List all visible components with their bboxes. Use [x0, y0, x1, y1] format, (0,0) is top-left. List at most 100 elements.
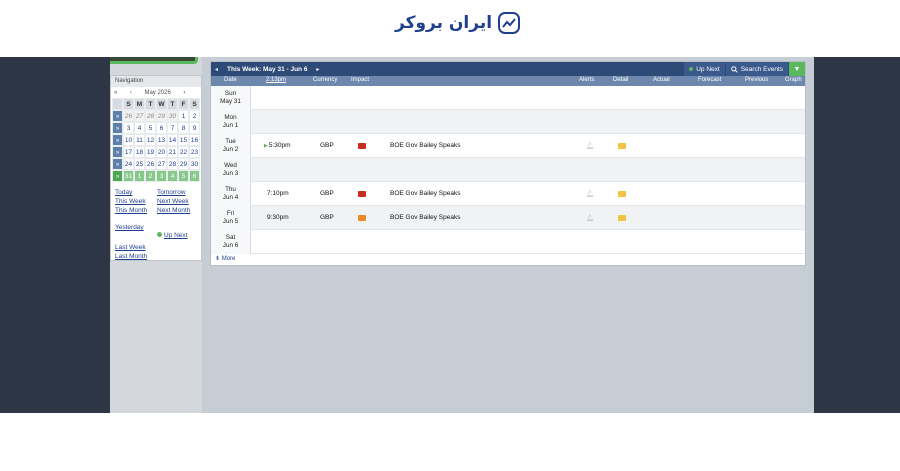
calendar-day[interactable]: 26: [123, 110, 134, 122]
week-select-button[interactable]: »: [112, 122, 123, 134]
calendar-day[interactable]: 29: [178, 158, 189, 170]
calendar-day[interactable]: 23: [189, 146, 200, 158]
link-next-month[interactable]: Next Month: [157, 207, 203, 214]
week-select-button[interactable]: »: [112, 110, 123, 122]
event-row[interactable]: Fri Jun 5 9:30pm GBP BOE Gov Bailey Speak…: [211, 206, 805, 230]
calendar-day[interactable]: 2: [145, 170, 156, 182]
calendar-day[interactable]: 22: [178, 146, 189, 158]
day-cell: Wed Jun 3: [211, 158, 251, 182]
link-last-month[interactable]: Last Month: [115, 253, 157, 260]
calendar-day[interactable]: 27: [156, 158, 167, 170]
calendar-day[interactable]: 29: [156, 110, 167, 122]
calendar-day[interactable]: 3: [156, 170, 167, 182]
link-this-month[interactable]: This Month: [115, 207, 157, 214]
calendar-day[interactable]: 12: [145, 134, 156, 146]
link-next-week[interactable]: Next Week: [157, 198, 203, 205]
calendar-day[interactable]: 19: [145, 146, 156, 158]
col-alerts: Alerts: [579, 77, 595, 83]
search-events-button[interactable]: Search Events: [725, 62, 788, 76]
event-title[interactable]: BOE Gov Bailey Speaks: [390, 214, 460, 221]
alert-bell-icon[interactable]: 🔔︎: [586, 214, 594, 222]
day-row-sun: Sun May 31: [211, 86, 805, 110]
detail-folder-icon[interactable]: [618, 215, 626, 221]
day-row-sat: Sat Jun 6: [211, 230, 805, 254]
column-header-row: Date 2:13pm Currency Impact Alerts Detai…: [211, 76, 805, 86]
filter-funnel-icon[interactable]: ▼: [789, 62, 805, 76]
calendar-day[interactable]: 4: [134, 122, 145, 134]
calendar-day[interactable]: 6: [156, 122, 167, 134]
calendar-day[interactable]: 5: [178, 170, 189, 182]
calendar-day[interactable]: 4: [167, 170, 178, 182]
calendar-day[interactable]: 13: [156, 134, 167, 146]
calendar-day[interactable]: 26: [145, 158, 156, 170]
prev-year-button[interactable]: «: [114, 90, 117, 96]
calendar-day[interactable]: 9: [189, 122, 200, 134]
calendar-day[interactable]: 20: [156, 146, 167, 158]
calendar-day[interactable]: 28: [145, 110, 156, 122]
detail-folder-icon[interactable]: [618, 191, 626, 197]
calendar-day[interactable]: 27: [134, 110, 145, 122]
week-select-button[interactable]: »: [112, 134, 123, 146]
calendar-day[interactable]: 21: [167, 146, 178, 158]
alert-bell-icon[interactable]: 🔔︎: [586, 142, 594, 150]
col-time[interactable]: 2:13pm: [266, 77, 286, 83]
calendar-day[interactable]: 30: [167, 110, 178, 122]
trend-chart-icon: [498, 12, 521, 34]
prev-week-arrow-icon[interactable]: ◂: [211, 62, 222, 76]
navigation-panel: Navigation « ‹ May 2026 › S M T W T F S» 26 27 28…: [110, 75, 202, 261]
event-currency: GBP: [320, 190, 334, 197]
event-title[interactable]: BOE Gov Bailey Speaks: [390, 190, 460, 197]
week-select-button[interactable]: »: [112, 170, 123, 182]
day-cell: Sun May 31: [211, 86, 251, 110]
calendar-day[interactable]: 18: [134, 146, 145, 158]
link-this-week[interactable]: This Week: [115, 198, 157, 205]
calendar-day[interactable]: 24: [123, 158, 134, 170]
calendar-day[interactable]: 8: [178, 122, 189, 134]
col-date: Date: [224, 77, 237, 83]
detail-folder-icon[interactable]: [618, 143, 626, 149]
calendar-day[interactable]: 2: [189, 110, 200, 122]
page-footer: [0, 413, 900, 471]
link-yesterday[interactable]: Yesterday: [115, 224, 157, 242]
calendar-day[interactable]: 10: [123, 134, 134, 146]
day-cell: Thu Jun 4: [211, 182, 251, 206]
week-select-button[interactable]: »: [112, 158, 123, 170]
calendar-day[interactable]: 1: [134, 170, 145, 182]
calendar-rows: Sun May 31 Mon Jun 1 Tue Jun 2 ▶5:30pm GBP …: [211, 86, 805, 254]
calendar-day[interactable]: 15: [178, 134, 189, 146]
col-impact: Impact: [351, 77, 370, 83]
link-up-next[interactable]: Up Next: [164, 232, 187, 239]
link-tomorrow[interactable]: Tomorrow: [157, 189, 203, 196]
calendar-day[interactable]: 17: [123, 146, 134, 158]
link-today[interactable]: Today: [115, 189, 157, 196]
event-row[interactable]: Tue Jun 2 ▶5:30pm GBP BOE Gov Bailey Spea…: [211, 134, 805, 158]
calendar-day[interactable]: 1: [178, 110, 189, 122]
calendar-day[interactable]: 3: [123, 122, 134, 134]
event-currency: GBP: [320, 214, 334, 221]
brand-logo[interactable]: ایران بروکر: [395, 12, 521, 34]
prev-month-button[interactable]: ‹: [130, 90, 132, 96]
up-next-button[interactable]: Up Next: [684, 62, 725, 76]
day-row-mon: Mon Jun 1: [211, 110, 805, 134]
calendar-day[interactable]: 31: [123, 170, 134, 182]
impact-high-icon: [358, 191, 366, 197]
next-week-arrow-icon[interactable]: ▸: [312, 62, 323, 76]
site-header: ایران بروکر: [0, 0, 900, 57]
calendar-day[interactable]: 11: [134, 134, 145, 146]
calendar-day[interactable]: 28: [167, 158, 178, 170]
calendar-day[interactable]: 6: [189, 170, 200, 182]
link-last-week[interactable]: Last Week: [115, 244, 157, 251]
calendar-day[interactable]: 16: [189, 134, 200, 146]
next-month-button[interactable]: ›: [183, 90, 185, 96]
calendar-day[interactable]: 30: [189, 158, 200, 170]
calendar-day[interactable]: 25: [134, 158, 145, 170]
event-row[interactable]: Thu Jun 4 7:10pm GBP BOE Gov Bailey Speak…: [211, 182, 805, 206]
quick-links: Today Tomorrow This Week Next Week This …: [111, 182, 201, 260]
calendar-day[interactable]: 14: [167, 134, 178, 146]
alert-bell-icon[interactable]: 🔔︎: [586, 190, 594, 198]
more-link[interactable]: ⇟ More: [215, 255, 235, 262]
calendar-day[interactable]: 7: [167, 122, 178, 134]
event-title[interactable]: BOE Gov Bailey Speaks: [390, 142, 460, 149]
calendar-day[interactable]: 5: [145, 122, 156, 134]
week-select-button[interactable]: »: [112, 146, 123, 158]
